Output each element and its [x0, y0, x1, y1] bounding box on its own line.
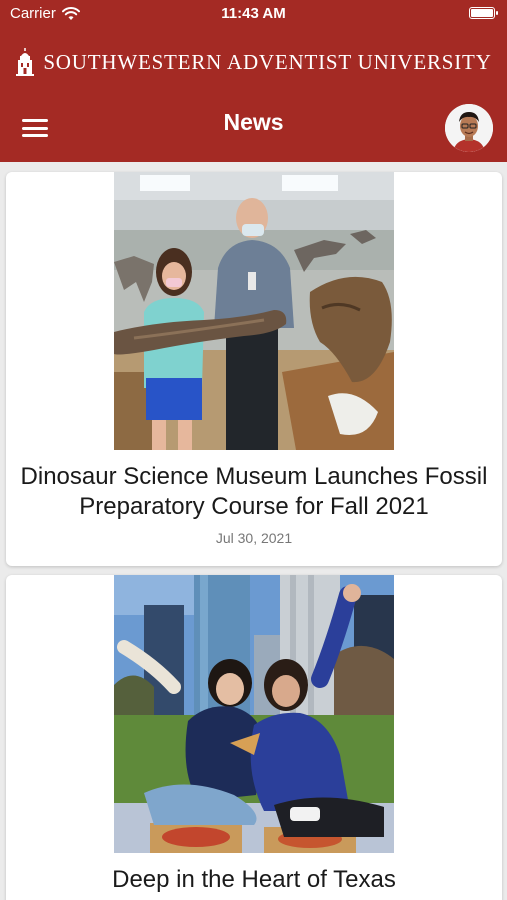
status-bar: Carrier 11:43 AM: [0, 0, 507, 28]
news-title[interactable]: Dinosaur Science Museum Launches Fossil …: [16, 462, 492, 522]
news-card[interactable]: Deep in the Heart of Texas: [6, 575, 502, 900]
user-avatar[interactable]: [445, 104, 493, 152]
nav-row: News: [0, 100, 507, 156]
students-picnic-city-photo[interactable]: [114, 575, 394, 853]
news-card[interactable]: Dinosaur Science Museum Launches Fossil …: [6, 172, 502, 566]
brand-row: SOUTHWESTERN ADVENTIST UNIVERSITY: [0, 44, 507, 80]
news-date: Jul 30, 2021: [215, 530, 293, 546]
museum-fossil-photo[interactable]: [114, 172, 394, 450]
app-header: Carrier 11:43 AM SOUTHWESTERN ADVENTIST …: [0, 0, 507, 162]
page-title: News: [223, 109, 284, 135]
news-title[interactable]: Deep in the Heart of Texas: [16, 865, 492, 895]
university-tower-icon: [16, 48, 35, 76]
brand-name: SOUTHWESTERN ADVENTIST UNIVERSITY: [43, 49, 492, 74]
news-feed[interactable]: Dinosaur Science Museum Launches Fossil …: [0, 162, 507, 900]
status-time: 11:43 AM: [221, 5, 286, 22]
avatar-portrait-icon: [445, 104, 493, 152]
battery-icon: [469, 7, 498, 19]
